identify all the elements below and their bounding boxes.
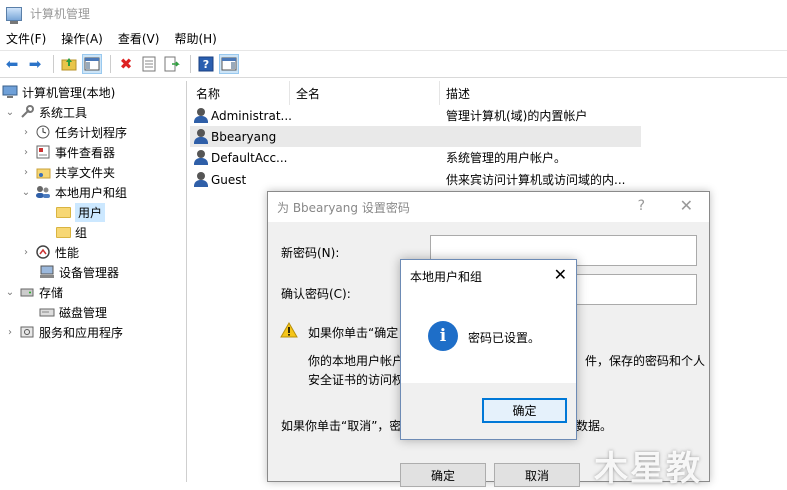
list-item[interactable]: DefaultAcc... 系统管理的用户帐户。	[190, 147, 641, 168]
tree-system-tools[interactable]: ⌄ 系统工具	[4, 102, 87, 122]
message-box-title-bar: 本地用户和组 ✕	[401, 260, 576, 292]
properties-icon[interactable]	[139, 54, 159, 74]
tree-disk-management[interactable]: 磁盘管理	[36, 302, 107, 322]
tree-services-apps[interactable]: › 服务和应用程序	[4, 322, 123, 342]
collapse-arrow-icon[interactable]: ⌄	[4, 287, 16, 298]
toolbar-separator	[190, 55, 191, 73]
window-title: 计算机管理	[30, 7, 91, 21]
collapse-arrow-icon[interactable]: ⌄	[20, 187, 32, 198]
folder-icon	[55, 224, 71, 240]
tree-storage[interactable]: ⌄ 存储	[4, 282, 63, 302]
confirm-password-label: 确认密码(C):	[281, 287, 351, 301]
new-password-label: 新密码(N):	[281, 246, 340, 260]
disk-management-icon	[39, 304, 55, 320]
svg-text:?: ?	[203, 58, 209, 71]
expand-arrow-icon[interactable]: ›	[20, 247, 32, 258]
list-item[interactable]: Bbearyang	[190, 126, 641, 147]
watermark: 木星教	[594, 449, 702, 489]
cancel-note-text: 如果你单击“取消”，密码	[281, 419, 414, 433]
forward-arrow-icon[interactable]: ➡	[25, 54, 45, 74]
console-tree: 计算机管理(本地) ⌄ 系统工具 › 任务计划程序 › 事件查看器 › 共享文件…	[0, 81, 187, 482]
folder-icon	[55, 204, 71, 220]
info-icon: i	[428, 321, 458, 351]
performance-icon	[35, 244, 51, 260]
ok-button[interactable]: 确定	[400, 463, 486, 487]
menu-help[interactable]: 帮助(H)	[174, 30, 216, 47]
local-users-message-box: 本地用户和组 ✕ i 密码已设置。 确定	[400, 259, 577, 440]
dialog-title-bar: 为 Bbearyang 设置密码 ? ✕	[268, 192, 709, 222]
user-icon	[194, 149, 208, 166]
up-folder-icon[interactable]	[59, 54, 79, 74]
tree-local-users-groups[interactable]: ⌄ 本地用户和组	[20, 182, 127, 202]
title-bar: 计算机管理	[0, 0, 787, 27]
event-viewer-icon	[35, 144, 51, 160]
menu-bar: 文件(F) 操作(A) 查看(V) 帮助(H)	[0, 27, 787, 49]
show-hide-action-pane-icon[interactable]	[219, 54, 239, 74]
list-item[interactable]: Guest 供来宾访问计算机或访问域的内...	[190, 169, 641, 190]
tree-groups[interactable]: 组	[52, 222, 87, 242]
user-icon	[194, 171, 208, 188]
expand-arrow-icon[interactable]: ›	[4, 327, 16, 338]
message-text: 密码已设置。	[468, 331, 541, 345]
close-icon[interactable]: ✕	[680, 196, 693, 215]
menu-view[interactable]: 查看(V)	[118, 30, 160, 47]
users-group-icon	[35, 184, 51, 200]
column-header-name[interactable]: 名称	[190, 81, 290, 105]
dialog-title: 为 Bbearyang 设置密码	[277, 200, 410, 215]
device-manager-icon	[39, 264, 55, 280]
delete-icon[interactable]: ✖	[116, 54, 136, 74]
help-icon[interactable]: ?	[196, 54, 216, 74]
tools-icon	[19, 104, 35, 120]
back-arrow-icon[interactable]: ⬅	[2, 54, 22, 74]
toolbar-separator	[53, 55, 54, 73]
show-hide-console-tree-icon[interactable]	[82, 54, 102, 74]
expand-arrow-icon[interactable]: ›	[20, 127, 32, 138]
collapse-arrow-icon[interactable]: ⌄	[4, 107, 16, 118]
tree-root[interactable]: 计算机管理(本地)	[2, 82, 115, 102]
services-icon	[19, 324, 35, 340]
close-icon[interactable]: ✕	[554, 265, 567, 284]
toolbar: ⬅ ➡ ✖ ?	[0, 50, 787, 78]
clock-icon	[35, 124, 51, 140]
list-item[interactable]: Administrat... 管理计算机(域)的内置帐户	[190, 105, 641, 126]
tree-task-scheduler[interactable]: › 任务计划程序	[20, 122, 127, 142]
tree-device-manager[interactable]: 设备管理器	[36, 262, 119, 282]
warning-text-2: 你的本地用户帐户	[308, 354, 405, 368]
expand-arrow-icon[interactable]: ›	[20, 147, 32, 158]
column-header-description[interactable]: 描述	[440, 81, 640, 105]
warning-icon	[280, 321, 298, 338]
menu-file[interactable]: 文件(F)	[6, 30, 46, 47]
user-icon	[194, 107, 208, 124]
tree-shared-folders[interactable]: › 共享文件夹	[20, 162, 115, 182]
cancel-note-text-right: 数据。	[576, 419, 613, 433]
export-list-icon[interactable]	[162, 54, 182, 74]
storage-icon	[19, 284, 35, 300]
warning-text-2-right: 件，保存的密码和个人	[585, 354, 706, 368]
menu-action[interactable]: 操作(A)	[61, 30, 103, 47]
computer-management-icon	[2, 84, 18, 100]
message-box-title: 本地用户和组	[410, 269, 483, 284]
toolbar-separator	[110, 55, 111, 73]
tree-performance[interactable]: › 性能	[20, 242, 79, 262]
expand-arrow-icon[interactable]: ›	[20, 167, 32, 178]
tree-users[interactable]: 用户	[52, 202, 106, 222]
warning-text-1: 如果你单击“确定	[308, 326, 399, 340]
user-icon	[194, 128, 208, 145]
shared-folder-icon	[35, 164, 51, 180]
cancel-button[interactable]: 取消	[494, 463, 580, 487]
message-ok-button[interactable]: 确定	[482, 398, 567, 423]
computer-management-icon	[6, 6, 22, 24]
tree-event-viewer[interactable]: › 事件查看器	[20, 142, 115, 162]
message-box-body: i 密码已设置。	[401, 292, 576, 383]
column-header-fullname[interactable]: 全名	[290, 81, 440, 105]
warning-text-3: 安全证书的访问权	[308, 373, 405, 387]
help-button[interactable]: ?	[638, 198, 645, 214]
